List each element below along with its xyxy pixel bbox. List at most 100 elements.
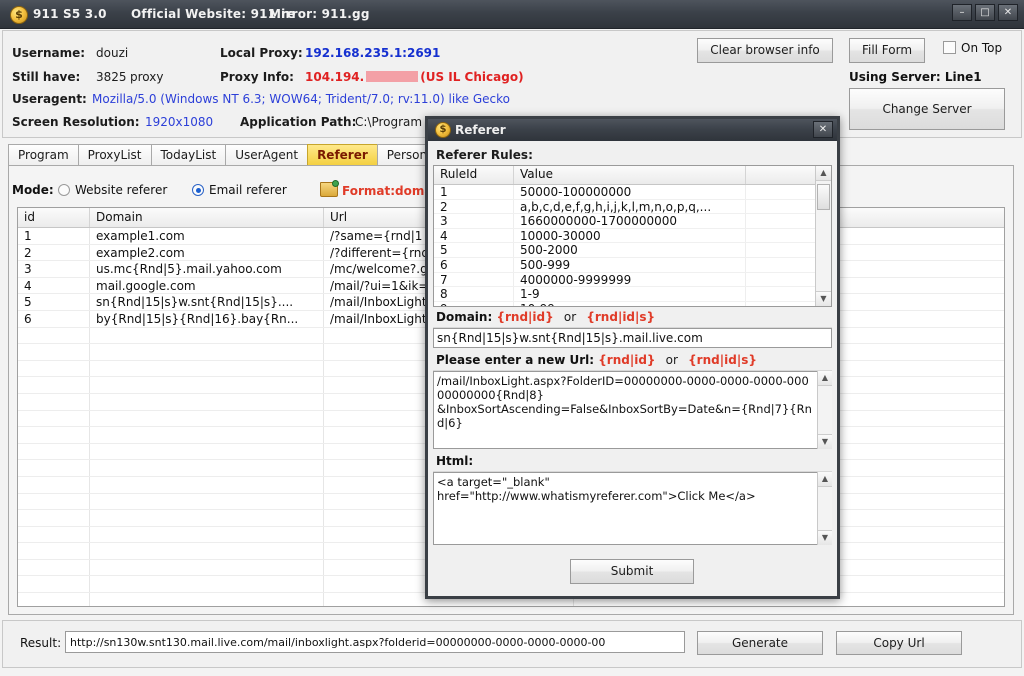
clear-browser-info-button[interactable]: Clear browser info [697,38,833,63]
rules-cell-value: 10-99 [514,301,746,306]
window-titlebar: $ 911 S5 3.0 Official Website: 911.re Mi… [0,0,1024,29]
username-label: Username: [12,46,86,60]
grid-cell-empty [90,493,324,510]
format-hint-label: Format:doma [342,184,433,198]
html-scrollbar[interactable]: ▲ ▼ [817,472,832,545]
result-input[interactable] [65,631,685,653]
grid-column-header: Domain [90,208,324,227]
grid-cell-empty [18,493,90,510]
minimize-button[interactable]: – [952,4,972,21]
application-window: $ 911 S5 3.0 Official Website: 911.re Mi… [0,0,1024,676]
referer-dialog-title: Referer [455,123,506,137]
rules-row[interactable]: 910-99 [434,301,831,306]
radio-website-referer-dot[interactable] [58,184,70,196]
url-scroll-down-icon[interactable]: ▼ [818,434,832,449]
radio-website-referer[interactable]: Website referer [58,183,167,197]
rules-row[interactable]: 1 50000-100000000 [434,185,831,200]
domain-token-b: {rnd|id|s} [586,310,656,324]
on-top-checkbox[interactable]: On Top [943,41,1002,55]
proxy-location: (US IL Chicago) [420,70,524,84]
fill-form-button[interactable]: Fill Form [849,38,925,63]
referer-rules-grid[interactable]: RuleId Value 1 50000-100000000 2 a,b,c,d,e,f… [433,165,832,307]
grid-cell-empty [90,410,324,427]
rules-row[interactable]: 7 4000000-9999999 [434,272,831,288]
rules-row[interactable]: 6 500-999 [434,257,831,273]
tab-referer[interactable]: Referer [307,144,378,166]
tab-program[interactable]: Program [8,144,79,166]
window-controls: – □ ✕ [952,4,1018,21]
html-textarea-wrap: <a target="_blank" href="http://www.what… [433,472,832,545]
radio-email-referer[interactable]: Email referer [192,183,287,197]
grid-cell-domain: example1.com [90,228,324,244]
close-button[interactable]: ✕ [998,4,1018,21]
rules-row[interactable]: 5 500-2000 [434,243,831,258]
application-path-label: Application Path: [240,115,357,129]
grid-cell-empty [90,526,324,543]
rules-row[interactable]: 8 1-9 [434,287,831,302]
url-hint-prefix: Please enter a new Url: [436,353,595,367]
url-scrollbar[interactable]: ▲ ▼ [817,371,832,449]
grid-cell-empty [18,377,90,393]
grid-cell-empty [18,510,90,526]
grid-cell-id: 5 [18,294,90,310]
domain-input[interactable] [433,328,832,348]
rules-cell-id: 5 [434,243,514,257]
rules-scroll-thumb[interactable] [817,184,830,210]
generate-button[interactable]: Generate [697,631,823,655]
app-title: 911 S5 3.0 [33,7,107,21]
url-scroll-up-icon[interactable]: ▲ [818,371,832,386]
grid-cell-id: 3 [18,261,90,277]
referer-dialog-close-icon[interactable]: ✕ [813,121,833,138]
tab-proxylist[interactable]: ProxyList [77,144,152,166]
url-token-a: {rnd|id} [598,353,656,367]
rules-cell-pad [746,229,816,243]
redaction-block [366,71,419,82]
rules-cell-value: 1-9 [514,287,746,301]
scroll-up-icon[interactable]: ▲ [816,166,831,181]
change-server-button[interactable]: Change Server [849,88,1005,130]
grid-cell-id: 4 [18,277,90,294]
grid-cell-empty [18,476,90,493]
application-path-value: C:\Program [355,115,423,129]
tab-strip: Program ProxyList TodayList UserAgent Refere… [8,144,468,166]
on-top-checkbox-box[interactable] [943,41,956,54]
screen-resolution-label: Screen Resolution: [12,115,140,129]
grid-cell-domain: example2.com [90,244,324,261]
rules-cell-value: 4000000-9999999 [514,272,746,287]
domain-hint-prefix: Domain: [436,310,493,324]
html-textarea[interactable]: <a target="_blank" href="http://www.what… [433,472,832,545]
grid-cell-empty [18,576,90,593]
maximize-button[interactable]: □ [975,4,995,21]
using-server-label: Using Server: Line1 [849,70,982,84]
format-hint[interactable]: Format:doma [320,180,433,198]
grid-cell-empty [18,360,90,377]
html-scroll-down-icon[interactable]: ▼ [818,530,832,545]
grid-cell-domain: by{Rnd|15|s}{Rnd|16}.bay{Rn... [90,310,324,327]
tab-useragent[interactable]: UserAgent [225,144,309,166]
grid-cell-empty [18,543,90,559]
rules-cell-pad [746,302,816,306]
html-scroll-up-icon[interactable]: ▲ [818,472,832,487]
referer-dialog-body: Referer Rules: RuleId Value 1 50000-100000… [428,141,837,596]
grid-cell-empty [18,344,90,360]
copy-url-button[interactable]: Copy Url [836,631,962,655]
rules-scrollbar[interactable]: ▲ ▼ [815,166,831,306]
rules-column-header-pad [746,166,816,184]
rules-row[interactable]: 2 a,b,c,d,e,f,g,h,i,j,k,l,m,n,o,p,q,... [434,199,831,215]
scroll-down-icon[interactable]: ▼ [816,291,831,306]
grid-cell-empty [90,460,324,476]
grid-cell-empty [18,427,90,443]
rules-cell-value: a,b,c,d,e,f,g,h,i,j,k,l,m,n,o,p,q,... [514,199,746,214]
useragent-label: Useragent: [12,92,87,106]
domain-token-a: {rnd|id} [496,310,554,324]
submit-button[interactable]: Submit [570,559,694,584]
on-top-label: On Top [961,41,1003,55]
referer-dialog: $ Referer ✕ Referer Rules: RuleId Value 1… [425,116,840,599]
rules-row[interactable]: 3 1660000000-1700000000 [434,214,831,229]
rules-row[interactable]: 4 10000-30000 [434,228,831,244]
radio-email-referer-dot[interactable] [192,184,204,196]
url-textarea[interactable]: /mail/InboxLight.aspx?FolderID=00000000-… [433,371,832,449]
referer-dialog-titlebar: $ Referer ✕ [428,119,837,141]
tab-todaylist[interactable]: TodayList [150,144,227,166]
rules-cell-value: 500-999 [514,257,746,272]
